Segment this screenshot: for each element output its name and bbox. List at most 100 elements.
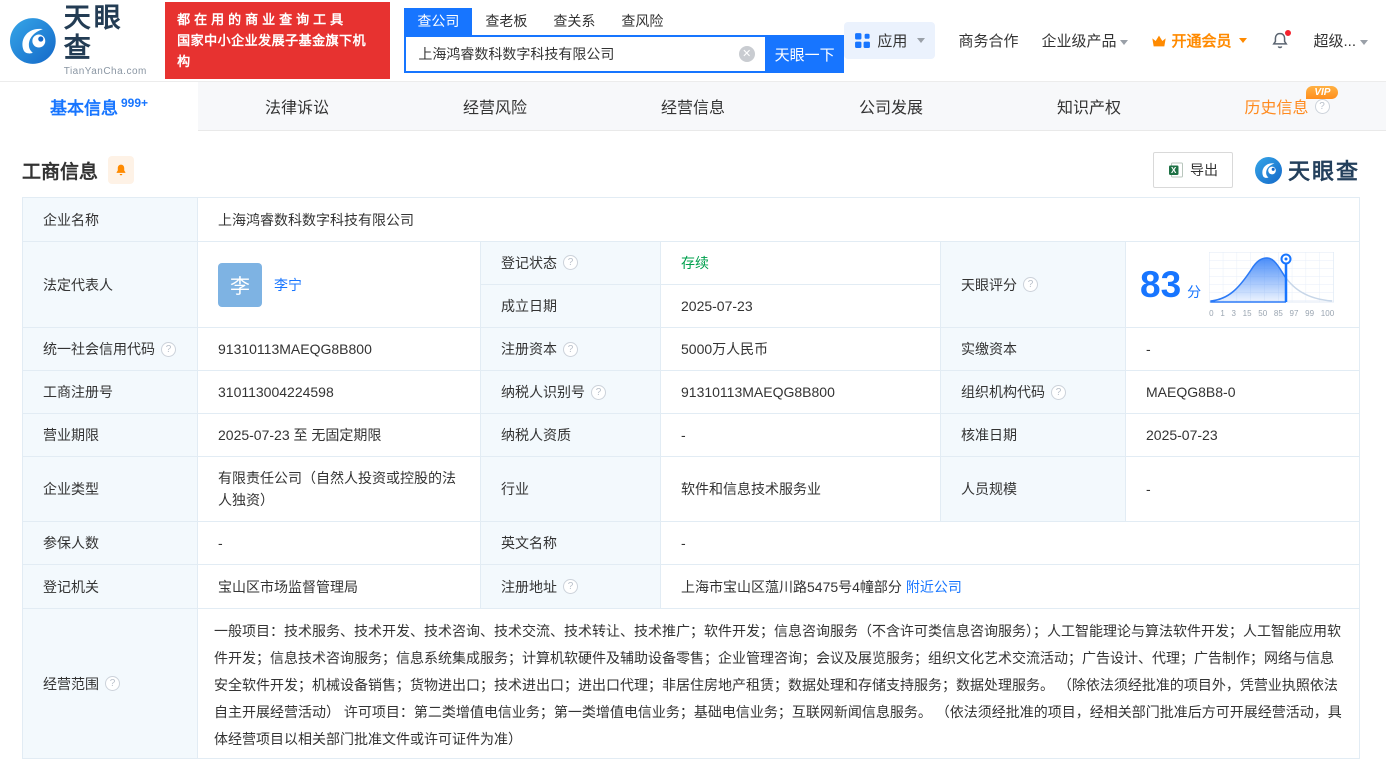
bell-icon bbox=[116, 164, 126, 175]
field-industry-value: 软件和信息技术服务业 bbox=[661, 457, 941, 521]
tab-intellectual-property[interactable]: 知识产权 bbox=[990, 82, 1188, 130]
tab-operation-info[interactable]: 经营信息 bbox=[594, 82, 792, 130]
help-icon[interactable]: ? bbox=[1314, 98, 1330, 114]
section-header: 工商信息 X 导出 天眼查 bbox=[22, 152, 1360, 188]
top-header: 天眼查 TianYanCha.com 都在用的商业查询工具 国家中小企业发展子基… bbox=[0, 0, 1386, 81]
table-row: 统一社会信用代码? 91310113MAEQG8B800 注册资本? 5000万… bbox=[23, 328, 1359, 371]
help-icon[interactable]: ? bbox=[591, 384, 606, 400]
svg-text:X: X bbox=[1171, 166, 1177, 175]
chevron-down-icon bbox=[917, 38, 926, 43]
table-row: 工商注册号 310113004224598 纳税人识别号? 91310113MA… bbox=[23, 371, 1359, 414]
field-reg-authority-value: 宝山区市场监督管理局 bbox=[198, 565, 481, 608]
help-icon[interactable]: ? bbox=[1051, 384, 1066, 400]
tab-operation-risk-label: 经营风险 bbox=[462, 100, 527, 117]
vip-badge: VIP bbox=[1306, 86, 1339, 99]
help-icon[interactable]: ? bbox=[161, 341, 176, 357]
field-reg-authority-label: 登记机关 bbox=[23, 565, 198, 608]
field-legal-rep-value: 李 李宁 bbox=[198, 242, 481, 327]
tab-basic-info-count: 999+ bbox=[120, 96, 149, 110]
field-approval-date-label: 核准日期 bbox=[941, 414, 1126, 456]
nav-cooperation[interactable]: 商务合作 bbox=[958, 30, 1018, 51]
open-vip-label: 开通会员 bbox=[1171, 33, 1232, 50]
nav-enterprise[interactable]: 企业级产品 bbox=[1041, 30, 1129, 51]
field-company-type-label: 企业类型 bbox=[23, 457, 198, 521]
field-paid-capital-label: 实缴资本 bbox=[941, 328, 1126, 370]
help-icon[interactable]: ? bbox=[563, 579, 578, 594]
tab-legal-litigation[interactable]: 法律诉讼 bbox=[198, 82, 396, 130]
help-icon[interactable]: ? bbox=[563, 341, 578, 357]
field-taxpayer-quality-value: - bbox=[661, 414, 941, 456]
logo-subtitle: TianYanCha.com bbox=[63, 65, 147, 77]
notifications-bell[interactable] bbox=[1270, 28, 1293, 51]
field-company-name-label: 企业名称 bbox=[23, 198, 198, 241]
score-distribution-chart: 01 3 15 50 85 97 99 100 bbox=[1209, 251, 1335, 318]
field-company-name-value: 上海鸿睿数科数字科技有限公司 bbox=[218, 211, 414, 228]
field-org-code-label: 组织机构代码? bbox=[941, 371, 1126, 413]
field-reg-capital-value: 5000万人民币 bbox=[661, 328, 941, 370]
tianyancha-logo[interactable]: 天眼查 TianYanCha.com bbox=[10, 3, 153, 77]
field-reg-number-label: 工商注册号 bbox=[23, 371, 198, 413]
tab-history-info[interactable]: VIP 历史信息 ? bbox=[1188, 82, 1386, 130]
tab-company-development[interactable]: 公司发展 bbox=[792, 82, 990, 130]
table-row: 经营范围? 一般项目：技术服务、技术开发、技术咨询、技术交流、技术转让、技术推广… bbox=[23, 609, 1359, 758]
apps-menu[interactable]: 应用 bbox=[844, 22, 936, 59]
field-english-name-label: 英文名称 bbox=[481, 522, 661, 564]
field-org-code-value: MAEQG8B8-0 bbox=[1146, 384, 1236, 400]
search-tab-relation[interactable]: 查关系 bbox=[540, 8, 608, 35]
field-taxpayer-id-label: 纳税人识别号? bbox=[481, 371, 661, 413]
promo-line2: 国家中小企业发展子基金旗下机构 bbox=[177, 33, 367, 69]
tab-operation-risk[interactable]: 经营风险 bbox=[396, 82, 594, 130]
search-input[interactable] bbox=[404, 35, 765, 73]
tab-legal-litigation-label: 法律诉讼 bbox=[264, 100, 329, 117]
watermark-text: 天眼查 bbox=[1287, 159, 1360, 184]
status-date-block: 登记状态? 存续 成立日期 2025-07-23 bbox=[481, 242, 941, 327]
section-title: 工商信息 bbox=[22, 161, 99, 183]
header-nav: 应用 商务合作 企业级产品 开通会员 超级... bbox=[844, 22, 1368, 59]
search-tab-company[interactable]: 查公司 bbox=[404, 8, 473, 35]
field-reg-address-value: 上海市宝山区蕰川路5475号4幢部分 附近公司 bbox=[681, 577, 962, 597]
business-info-table: 企业名称 上海鸿睿数科数字科技有限公司 法定代表人 李 李宁 登记状态? 存续 bbox=[22, 197, 1360, 759]
notification-dot bbox=[1284, 28, 1293, 37]
nearby-companies-link[interactable]: 附近公司 bbox=[906, 577, 962, 597]
avatar: 李 bbox=[218, 262, 262, 307]
field-industry-label: 行业 bbox=[481, 457, 661, 521]
chevron-down-icon bbox=[1360, 39, 1368, 45]
export-button[interactable]: X 导出 bbox=[1152, 152, 1233, 188]
field-business-term-value: 2025-07-23 至 无固定期限 bbox=[198, 414, 481, 456]
search-tab-risk[interactable]: 查风险 bbox=[608, 8, 676, 35]
chevron-down-icon bbox=[1239, 38, 1248, 43]
field-staff-size-value: - bbox=[1146, 481, 1151, 497]
help-icon[interactable]: ? bbox=[563, 255, 578, 271]
score-number: 83 bbox=[1140, 264, 1182, 305]
search-tab-boss[interactable]: 查老板 bbox=[472, 8, 540, 35]
search-button[interactable]: 天眼一下 bbox=[764, 35, 845, 73]
excel-icon: X bbox=[1168, 162, 1183, 178]
field-score-label: 天眼评分? bbox=[941, 242, 1126, 327]
tab-basic-info[interactable]: 基本信息 999+ bbox=[0, 82, 198, 131]
field-score-value: 83 分 0 1 3 15 50 85 97 99 100 bbox=[1126, 242, 1359, 327]
watermark-logo: 天眼查 bbox=[1254, 154, 1360, 186]
help-icon[interactable]: ? bbox=[105, 676, 120, 691]
table-row: 登记机关 宝山区市场监督管理局 注册地址? 上海市宝山区蕰川路5475号4幢部分… bbox=[23, 565, 1359, 609]
help-icon[interactable]: ? bbox=[1023, 277, 1038, 292]
apps-grid-icon bbox=[855, 33, 871, 48]
apps-label: 应用 bbox=[877, 33, 908, 50]
subscribe-bell-button[interactable] bbox=[108, 156, 135, 184]
field-approval-date-value: 2025-07-23 bbox=[1146, 427, 1218, 443]
logo-title: 天眼查 bbox=[63, 3, 124, 63]
legal-rep-link[interactable]: 李宁 bbox=[274, 275, 302, 295]
nav-enterprise-label: 企业级产品 bbox=[1041, 33, 1117, 50]
field-establish-date-value: 2025-07-23 bbox=[681, 297, 753, 314]
clear-search-icon[interactable]: ✕ bbox=[738, 46, 755, 62]
field-staff-size-label: 人员规模 bbox=[941, 457, 1126, 521]
field-business-term-label: 营业期限 bbox=[23, 414, 198, 456]
search-tabs: 查公司 查老板 查关系 查风险 bbox=[404, 8, 844, 35]
field-insured-count-label: 参保人数 bbox=[23, 522, 198, 564]
table-row: 营业期限 2025-07-23 至 无固定期限 纳税人资质 - 核准日期 202… bbox=[23, 414, 1359, 457]
tianyancha-logo-icon bbox=[1254, 156, 1282, 184]
open-vip-link[interactable]: 开通会员 bbox=[1151, 30, 1248, 51]
crown-icon bbox=[1152, 35, 1167, 46]
chevron-down-icon bbox=[1120, 39, 1129, 45]
field-paid-capital-value: - bbox=[1146, 341, 1151, 357]
user-menu[interactable]: 超级... bbox=[1313, 30, 1368, 51]
